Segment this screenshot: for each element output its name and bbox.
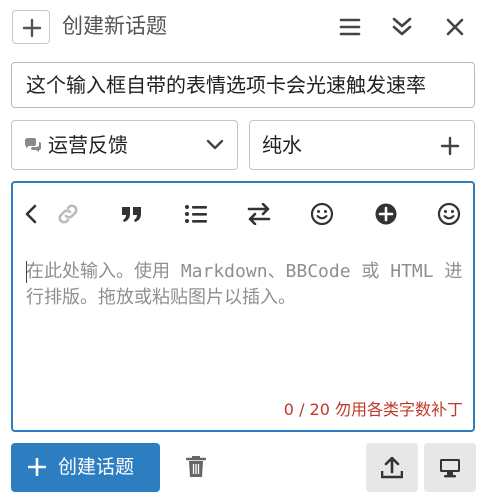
character-counter: 0 / 20 勿用各类字数补丁 <box>283 400 463 419</box>
chat-bubble-icon <box>25 138 41 152</box>
trash-icon[interactable] <box>186 456 206 478</box>
smile-icon[interactable] <box>310 202 334 226</box>
composer-title: 创建新话题 <box>62 14 167 38</box>
monitor-icon <box>440 459 460 478</box>
editor-toolbar <box>13 183 473 245</box>
editor[interactable]: 在此处输入。使用 Markdown、BBCode 或 HTML 进行排版。拖放或… <box>11 181 475 432</box>
chevron-down-icon <box>206 139 224 150</box>
tag-label: 纯水 <box>262 133 302 157</box>
category-select[interactable]: 运营反馈 <box>11 120 238 170</box>
upload-button[interactable] <box>366 443 418 492</box>
swap-icon[interactable] <box>247 202 271 226</box>
upload-icon <box>381 457 403 479</box>
new-topic-button[interactable] <box>12 10 50 44</box>
topic-title-input[interactable]: 这个输入框自带的表情选项卡会光速触发速率 <box>11 62 475 108</box>
quote-icon[interactable] <box>120 202 144 226</box>
tag-select[interactable]: 纯水 <box>249 120 475 170</box>
plus-icon <box>22 18 42 38</box>
plus-icon <box>28 458 46 476</box>
preview-toggle-button[interactable] <box>424 443 476 492</box>
link-icon[interactable] <box>56 202 80 226</box>
list-icon[interactable] <box>184 202 208 226</box>
create-topic-button[interactable]: 创建话题 <box>11 443 160 492</box>
emoji-icon[interactable] <box>437 202 461 226</box>
double-chevron-down-icon[interactable] <box>389 14 415 40</box>
menu-icon[interactable] <box>337 14 363 40</box>
create-topic-label: 创建话题 <box>58 456 135 478</box>
composer-header: 创建新话题 <box>0 0 486 52</box>
plus-icon <box>440 136 460 156</box>
add-circle-icon[interactable] <box>374 202 398 226</box>
chevron-left-icon[interactable] <box>19 202 43 226</box>
editor-placeholder[interactable]: 在此处输入。使用 Markdown、BBCode 或 HTML 进行排版。拖放或… <box>26 259 466 311</box>
category-label: 运营反馈 <box>48 133 128 157</box>
close-icon[interactable] <box>442 14 468 40</box>
